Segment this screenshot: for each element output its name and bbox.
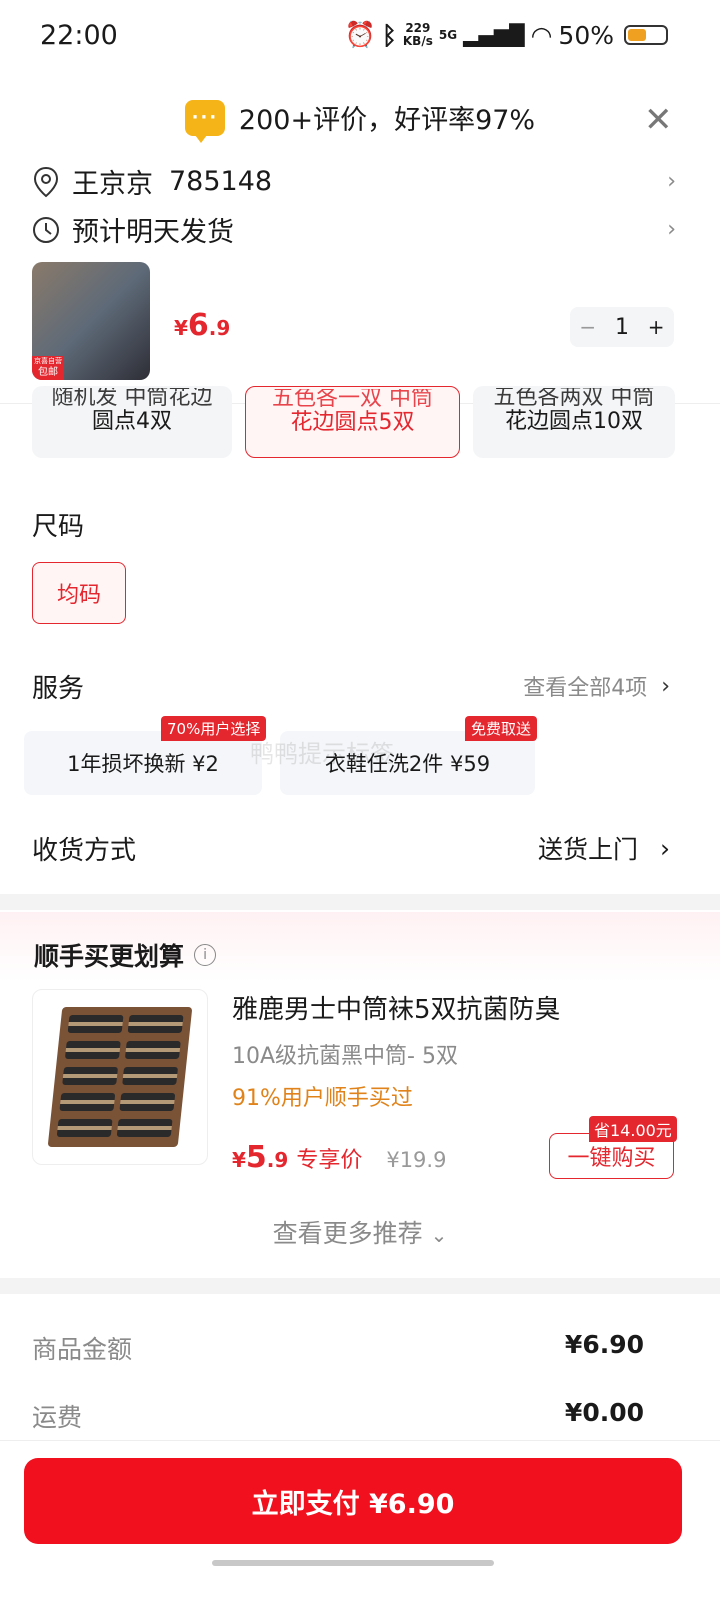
status-icons: ⏰ ᛒ 229 KB/s 5G ▂▄▆█ ◠ 50% — [345, 20, 668, 50]
size-title: 尺码 — [32, 512, 85, 542]
chevron-right-icon: › — [661, 673, 670, 699]
network-type: 5G — [438, 27, 458, 42]
product-price: ¥6.9 — [174, 308, 231, 343]
net-speed: 229 KB/s — [402, 21, 433, 48]
review-text: 200+评价，好评率97% — [238, 105, 536, 136]
close-icon[interactable]: ✕ — [644, 100, 673, 140]
address-row[interactable]: 王京京 785148 › — [32, 162, 676, 201]
recommend-product-image[interactable] — [32, 989, 208, 1165]
services-title: 服务 — [32, 674, 85, 704]
address-name: 王京京 — [72, 169, 153, 200]
save-amount-badge: 省14.00元 — [589, 1116, 677, 1142]
delivery-method[interactable]: 送货上门 › — [538, 830, 670, 866]
shipping-row[interactable]: 预计明天发货 › — [32, 210, 676, 249]
recommend-product-name[interactable]: 雅鹿男士中筒袜5双抗菌防臭 — [232, 989, 561, 1026]
pay-now-button[interactable]: 立即支付 ¥6.90 — [24, 1458, 682, 1544]
bluetooth-icon: ᛒ — [381, 20, 397, 50]
battery-percent: 50% — [558, 20, 614, 50]
chevron-down-icon: ⌄ — [430, 1223, 448, 1247]
info-icon[interactable]: i — [194, 944, 217, 966]
increment-button[interactable]: + — [648, 315, 665, 339]
divider — [0, 1440, 720, 1441]
recommend-price: ¥5.9 专享价 ¥19.9 — [232, 1140, 447, 1175]
address-code: 785148 — [169, 166, 273, 197]
location-pin-icon — [33, 166, 59, 197]
status-time: 22:00 — [40, 20, 118, 51]
quantity-stepper[interactable]: − 1 + — [570, 307, 674, 347]
alarm-icon: ⏰ — [344, 20, 376, 49]
decrement-button[interactable]: − — [579, 315, 596, 339]
signal-icon: ▂▄▆█ — [463, 23, 525, 47]
sock-box-image — [47, 1007, 193, 1147]
quantity-value: 1 — [614, 314, 629, 340]
battery-icon — [624, 25, 668, 45]
services-view-all[interactable]: 查看全部4项 › — [523, 670, 670, 702]
review-summary[interactable]: ··· 200+评价，好评率97% — [0, 98, 720, 143]
chevron-right-icon: › — [667, 169, 676, 194]
section-divider — [0, 894, 720, 910]
chevron-right-icon: › — [667, 217, 676, 242]
section-divider — [0, 1278, 720, 1294]
service-tag-free-pickup: 免费取送 — [465, 716, 538, 741]
free-shipping-badge: 京喜自营 包邮 — [32, 356, 64, 380]
original-price: ¥19.9 — [386, 1148, 447, 1172]
home-indicator[interactable] — [212, 1560, 494, 1566]
recommend-product-spec: 10A级抗菌黑中筒- 5双 — [232, 1044, 458, 1069]
color-option-1[interactable]: 随机发 中筒花边 圆点4双 — [32, 386, 232, 458]
summary-row-shipping: 运费 ¥0.00 — [32, 1398, 644, 1432]
chat-bubble-icon: ··· — [184, 99, 225, 143]
shipping-text: 预计明天发货 — [72, 217, 234, 248]
watermark: 鸭鸭提示标签 — [250, 740, 394, 768]
clock-icon — [33, 216, 59, 243]
size-option-one-size[interactable]: 均码 — [32, 562, 126, 624]
summary-row-goods: 商品金额 ¥6.90 — [32, 1330, 644, 1364]
recommend-social-proof: 91%用户顺手买过 — [232, 1086, 413, 1111]
wifi-icon: ◠ — [530, 20, 553, 50]
color-option-3[interactable]: 五色各两双 中筒 花边圆点10双 — [473, 386, 675, 458]
recommend-title: 顺手买更划算 i — [34, 937, 217, 973]
chevron-right-icon: › — [660, 833, 670, 863]
view-more-recommendations[interactable]: 查看更多推荐 ⌄ — [0, 1214, 720, 1250]
delivery-title: 收货方式 — [32, 836, 137, 866]
product-thumbnail[interactable]: 京喜自营 包邮 — [32, 262, 150, 380]
color-option-2-selected[interactable]: 五色各一双 中筒 花边圆点5双 — [245, 386, 460, 458]
